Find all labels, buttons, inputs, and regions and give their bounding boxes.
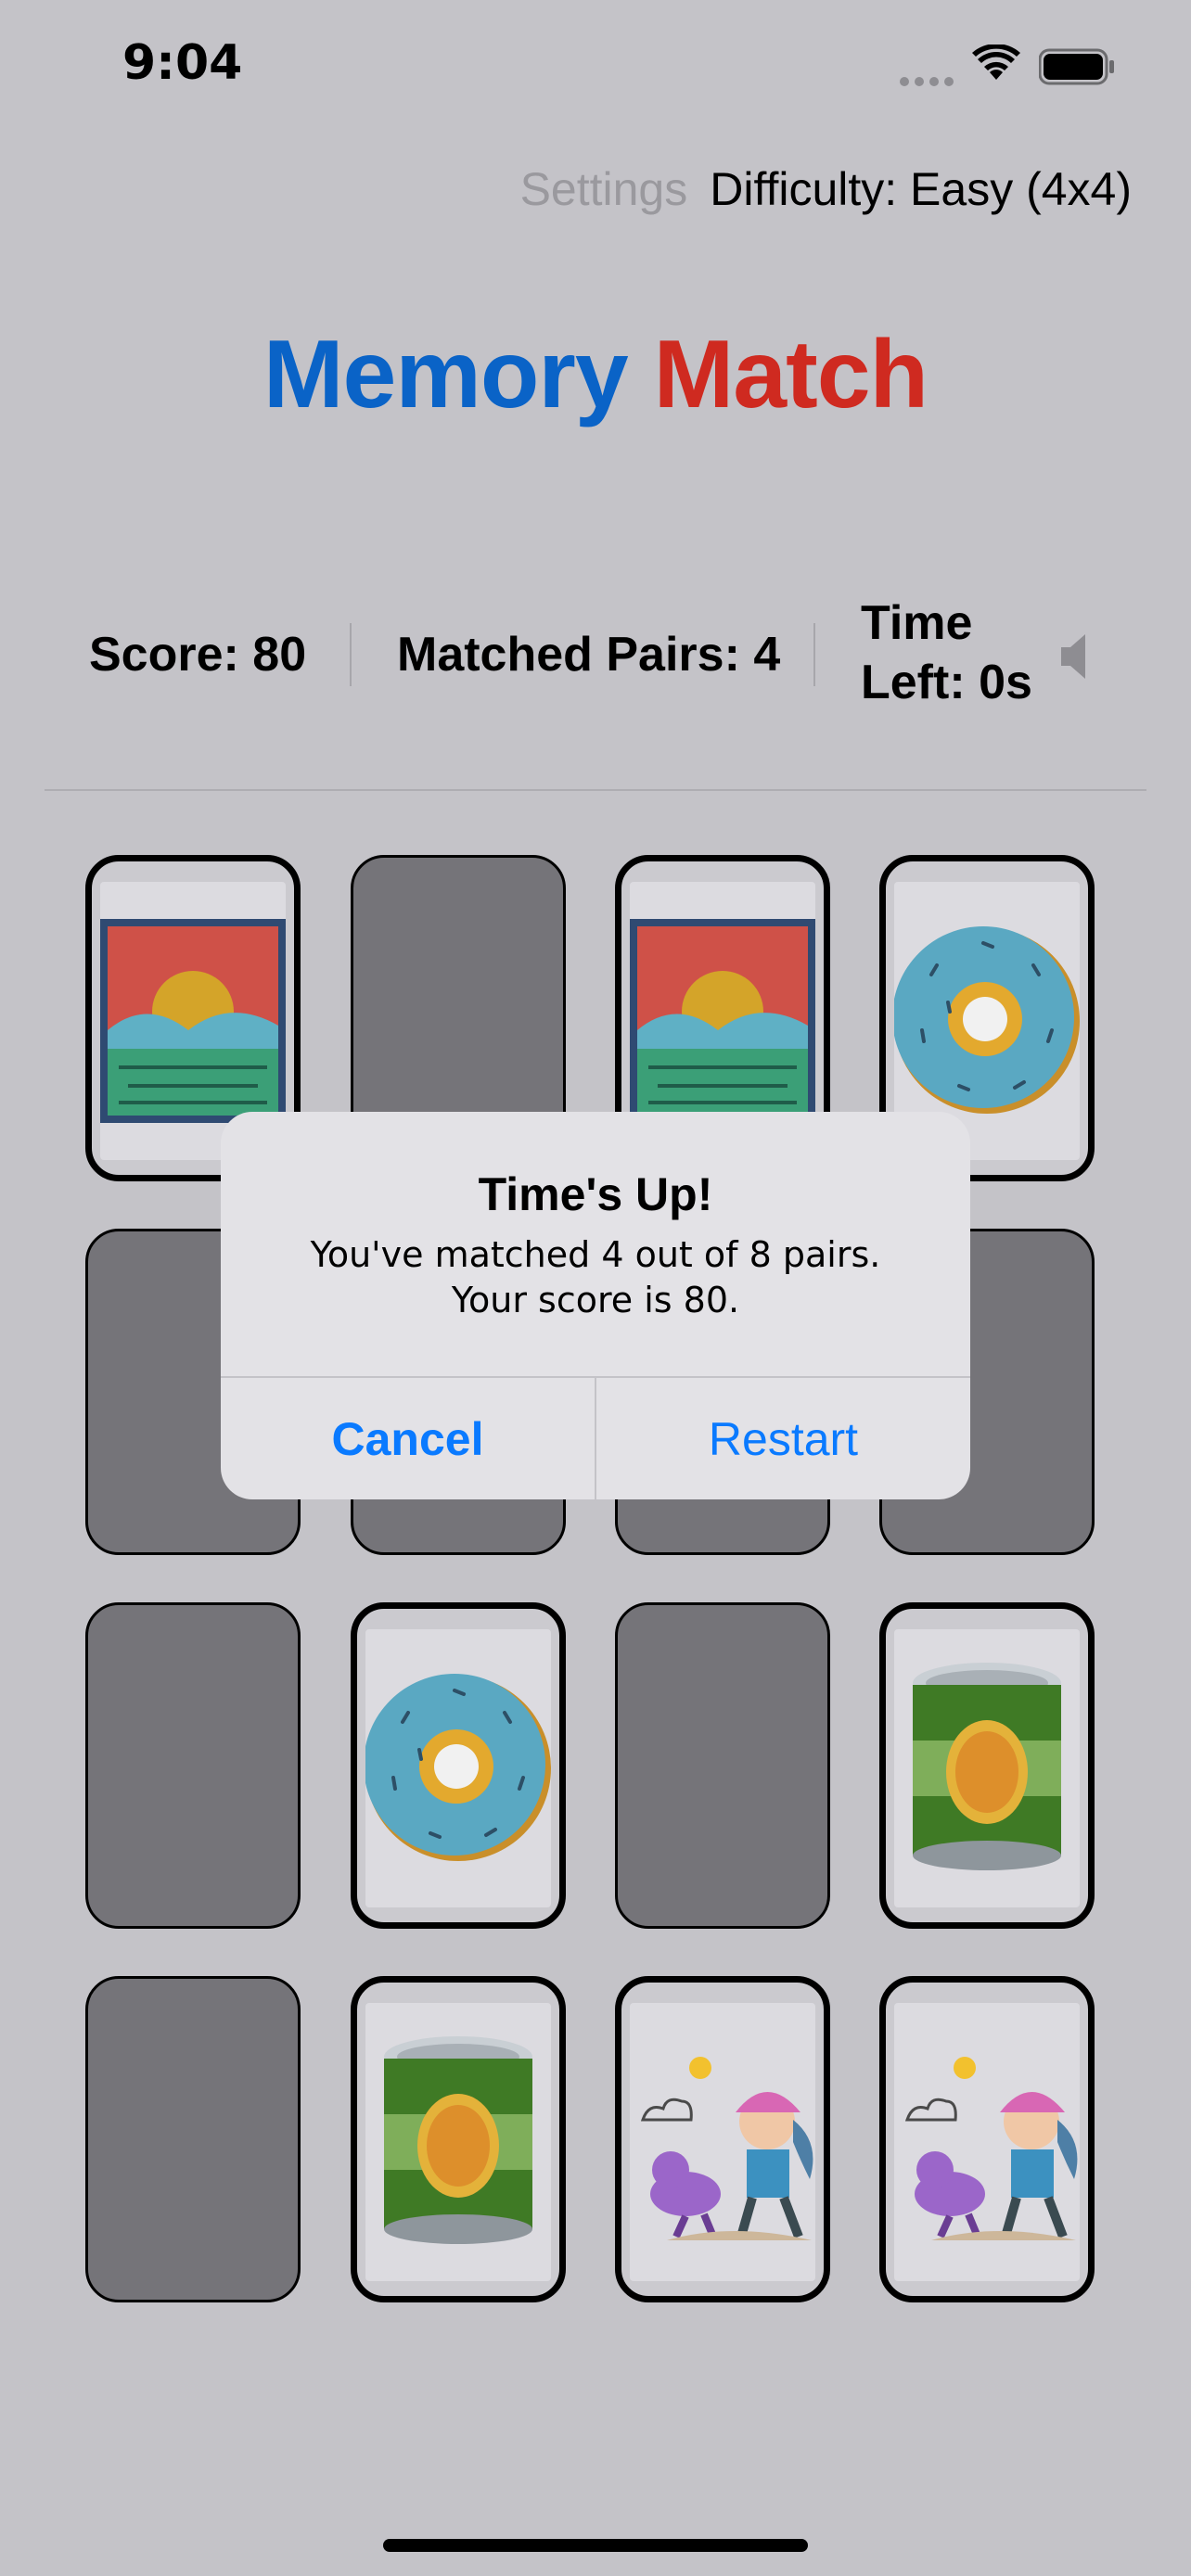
top-nav: Settings Difficulty: Easy (4x4)	[520, 162, 1132, 216]
difficulty-button[interactable]: Difficulty: Easy (4x4)	[710, 163, 1132, 215]
time-left-line1: Time	[861, 596, 973, 650]
card-face-down[interactable]	[85, 1976, 301, 2302]
wifi-icon	[972, 45, 1020, 80]
girl-dog-image	[630, 2003, 815, 2281]
stats-bar: Score: 80 Matched Pairs: 4 Time Left: 0s	[45, 593, 1146, 714]
status-time: 9:04	[122, 35, 243, 91]
time-left-label: Time Left: 0s	[861, 593, 1032, 712]
stats-divider-line	[45, 789, 1146, 791]
title-memory: Memory	[263, 321, 629, 428]
speaker-icon[interactable]	[1057, 631, 1095, 682]
card-donut[interactable]	[351, 1602, 566, 1929]
times-up-alert: Time's Up! You've matched 4 out of 8 pai…	[221, 1112, 970, 1499]
stats-divider	[350, 623, 352, 686]
card-face-down[interactable]	[85, 1602, 301, 1929]
card-can[interactable]	[351, 1976, 566, 2302]
alert-title: Time's Up!	[478, 1168, 713, 1220]
card-face-down[interactable]	[615, 1602, 830, 1929]
title-match: Match	[653, 321, 928, 428]
can-image	[894, 1629, 1080, 1907]
matched-pairs-label: Matched Pairs: 4	[397, 628, 781, 682]
restart-button[interactable]: Restart	[596, 1378, 970, 1499]
status-bar: 9:04	[0, 0, 1191, 139]
score-label: Score: 80	[89, 628, 307, 682]
stats-divider	[813, 623, 815, 686]
can-image	[365, 2003, 551, 2281]
home-indicator[interactable]	[383, 2539, 808, 2552]
battery-icon	[1039, 48, 1114, 85]
settings-button[interactable]: Settings	[520, 163, 688, 215]
card-girl-dog[interactable]	[879, 1976, 1095, 2302]
card-can[interactable]	[879, 1602, 1095, 1929]
cellular-signal-icon	[900, 74, 959, 91]
page-title: Memory Match	[0, 320, 1191, 430]
alert-message: You've matched 4 out of 8 pairs. Your sc…	[310, 1234, 881, 1320]
donut-image	[365, 1629, 551, 1907]
cancel-button[interactable]: Cancel	[221, 1378, 595, 1499]
card-girl-dog[interactable]	[615, 1976, 830, 2302]
girl-dog-image	[894, 2003, 1080, 2281]
time-left-line2: Left: 0s	[861, 656, 1032, 709]
